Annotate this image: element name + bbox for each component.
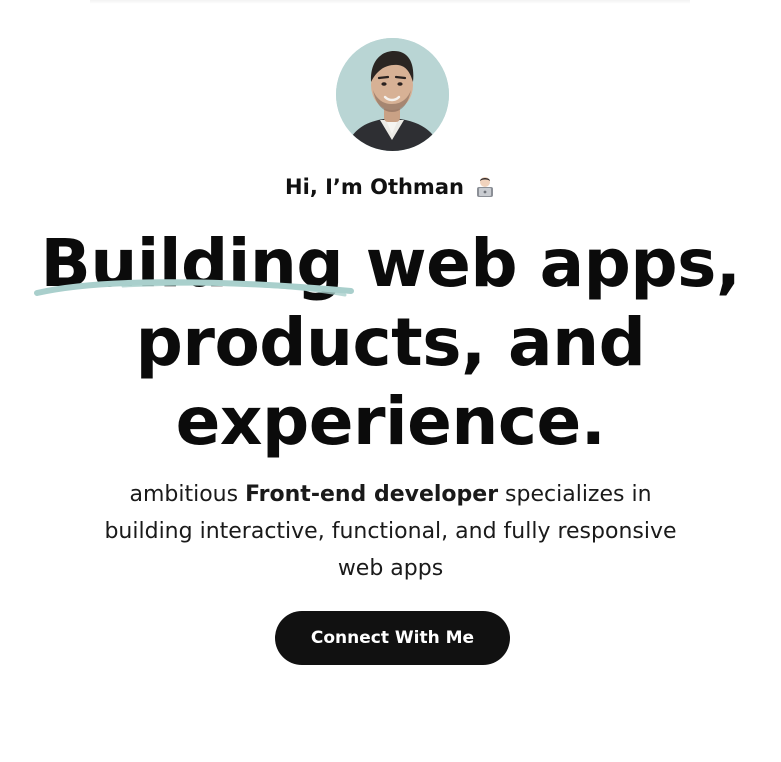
headline-line-1: Building web apps,: [0, 224, 781, 303]
connect-button[interactable]: Connect With Me: [275, 611, 510, 665]
greeting-text: Hi, I’m Othman: [285, 175, 464, 199]
headline-line-1-rest: web apps,: [343, 225, 741, 302]
bio-role: Front-end developer: [245, 482, 499, 507]
profile-photo: [336, 38, 449, 151]
headline-line-3: experience.: [175, 383, 606, 460]
avatar: [336, 38, 449, 151]
bio-prefix: ambitious: [129, 482, 246, 507]
hero-headline: Building web apps, products, and experie…: [0, 224, 781, 461]
header-divider: [90, 0, 690, 4]
headline-line-2: products, and: [135, 304, 646, 381]
technologist-emoji-icon: [474, 174, 496, 206]
headline-emphasized-word: Building: [33, 224, 354, 303]
greeting: Hi, I’m Othman: [0, 171, 781, 206]
hero-bio: ambitious Front-end developer specialize…: [100, 476, 681, 587]
